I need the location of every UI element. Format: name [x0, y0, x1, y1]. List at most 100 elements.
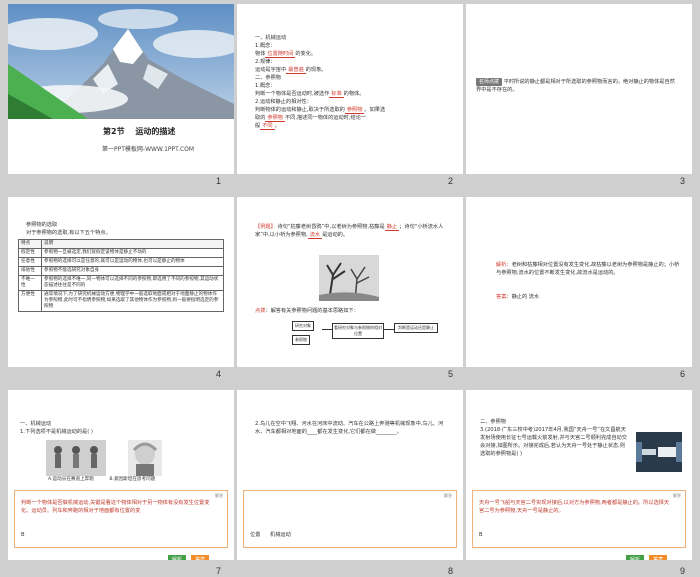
section-heading: 一、机械运动 [255, 35, 287, 41]
slide-1[interactable]: 第2节 运动的描述 第一PPT模板网-WWW.1PPT.COM [8, 4, 234, 174]
slide-3[interactable]: 名师点拨 平时所说的静止都是相对于所选取的参照物而言的，绝对静止的物体是自然界中… [466, 4, 692, 174]
text: 。 [274, 123, 280, 129]
hint-tag: 点拨 [255, 308, 266, 314]
section-heading: 一、机械运动 [20, 421, 52, 427]
slide-number-2: 2 [448, 176, 454, 186]
answer-blank: 参照物 [344, 107, 365, 114]
text-line: 1.概念： [255, 43, 276, 49]
table-row: 假定性 参照物一旦被选定,我们就假定该物体是静止不动的 [18, 248, 224, 258]
example-tag: 【例题】 [255, 224, 276, 230]
text-line: 1.概念： [255, 83, 276, 89]
answer-text: ：静止的 流水 [506, 294, 540, 300]
slide-number-3: 3 [680, 176, 686, 186]
slide-8[interactable]: 2.鸟儿在空中飞翔、河水在河床中流动、汽车在公路上奔驰等机械现象中,鸟儿、河水、… [237, 390, 463, 560]
blank: ________ [375, 429, 397, 435]
answer-button[interactable]: 答案 [649, 555, 668, 560]
answer-box: 解答 位置 机械运动 [243, 490, 457, 548]
slide-5[interactable]: 【例题】 诗句“枯藤老树昏鸦”中,以老树为参照物,枯藤是 静止 ；诗句“小桥流水人家… [237, 197, 463, 367]
answer-blank: 静止 [384, 224, 400, 231]
table-intro: 对于参照物的选取,有以下五个特点。 [26, 230, 111, 236]
question-text: 3.(2018·广东三校中考)2017年4月,我国“天舟一号”在文昌航天发射场使… [480, 427, 627, 457]
option-b-caption: B.爱因斯坦在思考问题 [109, 477, 156, 482]
slide-number-7: 7 [216, 566, 222, 576]
blank: ____ [306, 429, 318, 435]
flow-arrow [322, 329, 332, 330]
text: 诗句“枯藤老树昏鸦”中,以老树为参照物,枯藤是 [277, 224, 385, 230]
answer-value: B [21, 532, 25, 538]
slide-number-4: 4 [216, 369, 222, 379]
slide-number-6: 6 [680, 369, 686, 379]
runners-image [46, 440, 106, 476]
text-line: 2.规律： [255, 59, 276, 65]
explanation-label: 解析 [496, 262, 507, 268]
slide-6[interactable]: 解析：老树和枯藤相对位置没有发生变化,故枯藤以老树为参照物是静止的；小桥与参照物… [466, 197, 692, 367]
question-text: 1.下列选项不是机械运动的是( ) [20, 429, 93, 435]
text: 的物体。 [343, 91, 365, 97]
note-label: 解答 [215, 493, 223, 498]
flow-diagram: 研究对象 参照物 看研究对象与参照物的相对位置 判断是运动还是静止 [292, 321, 452, 349]
text: 的现象。 [305, 67, 327, 73]
slide-7[interactable]: 一、机械运动 1.下列选项不是机械运动的是( ) A.运动员在赛道上奔跑 B.爱… [8, 390, 234, 560]
text: 。如果选 [364, 107, 386, 113]
table-row: 任意性 参照物的选择可以是任意的,既可以是运动的物体,也可以是静止的物体 [18, 257, 224, 267]
explanation-button[interactable]: 解析 [168, 555, 187, 560]
slide-number-1: 1 [216, 176, 222, 186]
period: 。 [396, 429, 402, 435]
slide-number-5: 5 [448, 369, 454, 379]
answer-2: 机械运动 [270, 532, 291, 538]
text-line: 2.运动和静止的相对性： [255, 99, 312, 105]
flow-box-judge: 判断是运动还是静止 [394, 323, 438, 333]
spacecraft-image [636, 432, 682, 472]
table-row: 方便性 通常情况下,为了研究机械运动方便,物理学中一般选取地面或相对于地面静止的物… [18, 290, 224, 312]
slide-2[interactable]: 一、机械运动 1.概念： 物体 位置随时间 的变化。 2.规律： 运动是宇宙中 最普遍… [237, 4, 463, 174]
answer-label: 答案 [496, 294, 507, 300]
answer-blank: 标准 [329, 91, 344, 98]
explanation-text: ：老树和枯藤相对位置没有发生变化,故枯藤以老树为参照物是静止的；小桥与参照物,流… [496, 262, 680, 276]
features-table: 特点 说明 假定性 参照物一旦被选定,我们就假定该物体是静止不动的 任意性 参照物的选… [18, 239, 224, 312]
text: 取的 [255, 115, 266, 121]
table-title: 参照物的选取 [26, 222, 58, 228]
lesson-label: 第2节 [103, 127, 125, 136]
text: 物体 [255, 51, 266, 57]
text: 的变化。 [295, 51, 317, 57]
tip-text: 平时所说的静止都是相对于所选取的参照物而言的，绝对静止的物体是自然界中是不存在的… [476, 79, 675, 93]
flow-box-compare: 看研究对象与参照物的相对位置 [332, 323, 384, 339]
table-row: 排他性 参照物不能选研究对象自身 [18, 266, 224, 276]
explanation-box: 解答 天舟一号飞船与天宫二号实现对接后,以对方为参照物,两者都是静止的。所以选择… [472, 490, 686, 548]
answer-blank: 流水 [307, 232, 323, 239]
answer-value: B [479, 532, 483, 538]
lesson-title: 运动的描述 [135, 127, 176, 136]
flow-box-reference: 参照物 [292, 335, 310, 345]
answer-button[interactable]: 答案 [191, 555, 210, 560]
hint-text: ：解答有关参照物问题的基本思路如下： [265, 308, 359, 314]
note-label: 解答 [673, 493, 681, 498]
section-heading: 二、参照物 [255, 75, 281, 81]
slide-number-8: 8 [448, 566, 454, 576]
explanation-text: 天舟一号飞船与天宫二号实现对接后,以对方为参照物,两者都是静止的。所以选择天宫二… [479, 500, 670, 514]
answer-blank: 不同 [260, 123, 275, 130]
mountain-image [8, 4, 234, 119]
answer-blank: 最普遍 [286, 67, 306, 74]
table-row: 特点 说明 [18, 239, 224, 249]
explanation-text: 判断一个物体是否做机械运动,关键是看这个物体相对于另一物体有没有发生位置变化。运… [21, 500, 210, 514]
answer-blank: 位置随时间 [265, 51, 296, 58]
flow-arrow [384, 329, 394, 330]
table-row: 不唯一性 参照物的选择不唯一,同一物体可以选择不同的参照物,即选用了不同的参照物,… [18, 275, 224, 291]
slide-9[interactable]: 二、参照物 3.(2018·广东三校中考)2017年4月,我国“天舟一号”在文昌… [466, 390, 692, 560]
section-heading: 二、参照物 [480, 419, 506, 425]
text: 判断物体的运动和静止,取决于所选取的 [255, 107, 345, 113]
note-label: 解答 [444, 493, 452, 498]
slide-number-9: 9 [680, 566, 686, 576]
flow-box-object: 研究对象 [292, 321, 314, 331]
slide-4[interactable]: 参照物的选取 对于参照物的选取,有以下五个特点。 特点 说明 假定性 参照物一旦被选… [8, 197, 234, 367]
einstein-image [128, 440, 162, 476]
site-credit: 第一PPT模板网-WWW.1PPT.COM [102, 146, 195, 153]
tip-tag: 名师点拨 [476, 78, 503, 86]
text: 是运动的。 [322, 232, 349, 238]
answer-blank: 参照物 [265, 115, 285, 122]
text: 不同,描述同一物体的运动时,结论一 [284, 115, 367, 121]
explanation-button[interactable]: 解析 [626, 555, 645, 560]
text: 判断一个物体是否运动时,被选作 [255, 91, 330, 97]
text: 运动是宇宙中 [255, 67, 287, 73]
explanation-box: 解答 判断一个物体是否做机械运动,关键是看这个物体相对于另一物体有没有发生位置变… [14, 490, 228, 548]
